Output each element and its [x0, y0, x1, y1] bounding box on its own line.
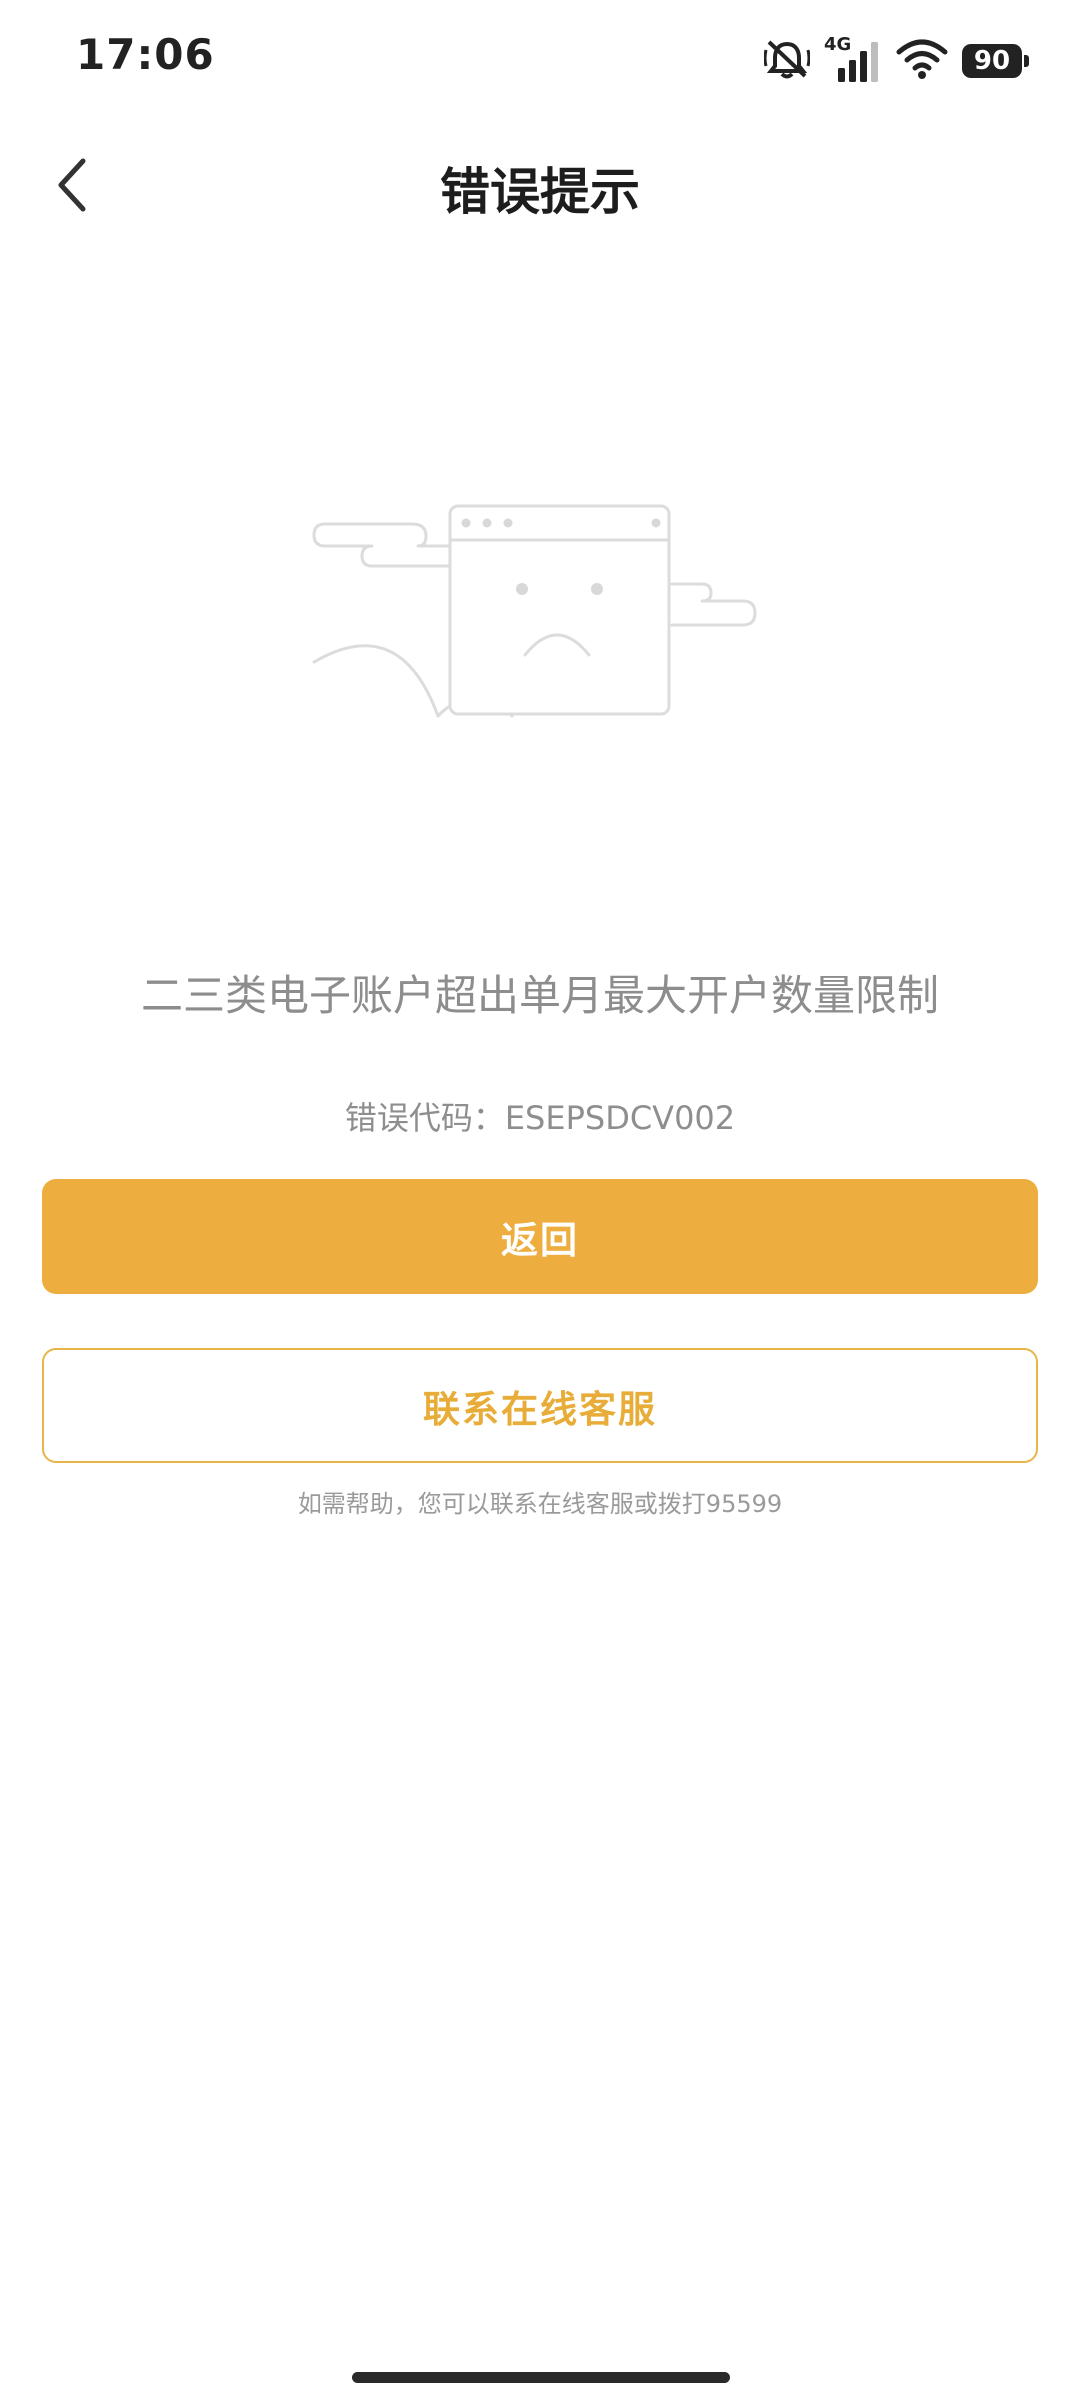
return-button-label: 返回	[501, 1218, 579, 1262]
error-illustration-icon	[312, 504, 757, 718]
nav-header: 错误提示	[0, 130, 1080, 240]
return-button[interactable]: 返回	[42, 1179, 1038, 1294]
contact-service-button-label: 联系在线客服	[423, 1387, 657, 1431]
status-bar: 17:06 4G 90	[0, 0, 1080, 130]
battery-level: 90	[973, 46, 1011, 76]
status-icons: 4G 90	[763, 34, 1029, 86]
contact-service-button[interactable]: 联系在线客服	[42, 1348, 1038, 1463]
home-indicator[interactable]	[352, 2372, 730, 2383]
page-title: 错误提示	[440, 163, 640, 221]
wifi-icon	[896, 38, 948, 84]
help-text: 如需帮助，您可以联系在线客服或拨打95599	[297, 1490, 783, 1518]
status-time: 17:06	[76, 30, 215, 79]
mute-icon	[763, 38, 811, 84]
error-code: 错误代码：ESEPSDCV002	[344, 1099, 736, 1137]
error-message: 二三类电子账户超出单月最大开户数量限制	[140, 971, 939, 1020]
signal-icon: 4G	[824, 34, 882, 84]
battery-icon: 90	[962, 44, 1029, 78]
